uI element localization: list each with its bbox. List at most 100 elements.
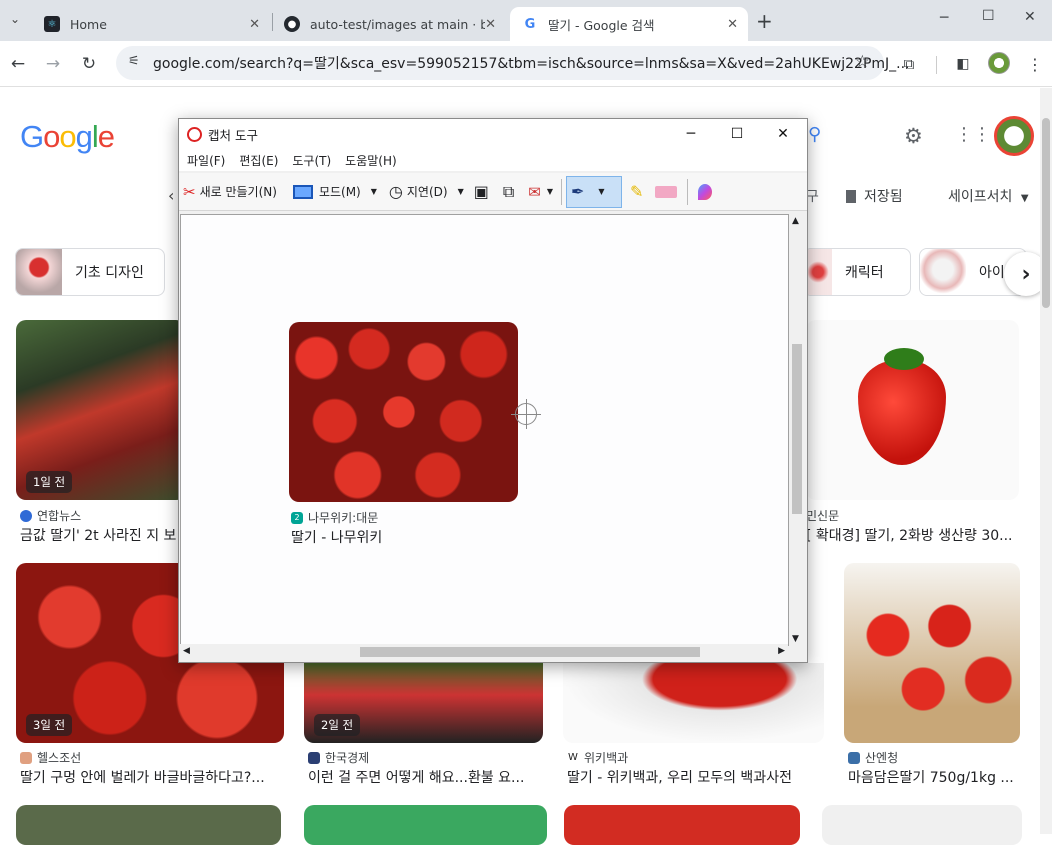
site-settings-icon[interactable]: ⚟	[128, 54, 140, 69]
result-image-11[interactable]	[822, 805, 1022, 845]
captured-source: 2 나무위키:대문	[291, 509, 378, 526]
minimize-window-button[interactable]: ─	[940, 10, 948, 26]
extensions-icon[interactable]: ⧉	[894, 49, 924, 79]
snip-close-button[interactable]: ✕	[761, 119, 805, 149]
dropdown-arrow-icon: ▼	[1020, 193, 1029, 204]
result-title-7[interactable]: 마음담은딸기 750g/1kg ...	[848, 767, 1020, 787]
new-snip-button[interactable]: ✂ 새로 만들기(N)	[179, 176, 281, 208]
address-bar[interactable]: ⚟ google.com/search?q=딸기&sca_esv=5990521…	[116, 46, 910, 80]
mode-button[interactable]: 모드(M) ▼	[289, 176, 381, 208]
delay-button[interactable]: ◷ 지연(D) ▼	[385, 176, 468, 208]
dropdown-arrow-icon: ▼	[457, 187, 464, 196]
scroll-left-icon[interactable]: ‹	[168, 186, 174, 205]
page-scrollbar[interactable]	[1040, 88, 1052, 834]
eraser-icon[interactable]	[651, 176, 681, 208]
saved-link[interactable]: 저장됨	[846, 186, 903, 206]
crosshair-line	[511, 414, 541, 415]
new-tab-button[interactable]: +	[756, 9, 773, 33]
side-panel-icon[interactable]: ◧	[948, 49, 978, 79]
close-tab-icon[interactable]: ✕	[485, 17, 496, 32]
source-favicon-icon	[308, 751, 320, 764]
result-title-1[interactable]: 금값 딸기' 2t 사라진 지 보	[20, 525, 180, 545]
result-source-1[interactable]: 연합뉴스	[20, 507, 81, 524]
paint3d-icon[interactable]	[694, 176, 716, 208]
dropdown-arrow-icon[interactable]: ▼	[547, 187, 553, 196]
profile-avatar[interactable]	[988, 52, 1010, 74]
snip-minimize-button[interactable]: ─	[669, 119, 713, 149]
tab-github[interactable]: ● auto-test/images at main · blo ✕	[272, 7, 506, 41]
result-title-6[interactable]: 딸기 - 위키백과, 우리 모두의 백과사전	[567, 767, 825, 787]
search-icon[interactable]: ⚲	[808, 124, 821, 145]
result-title-5[interactable]: 이런 걸 주면 어떻게 해요...환불 요...	[308, 767, 544, 787]
menu-help[interactable]: 도움말(H)	[345, 152, 397, 169]
github-icon: ●	[284, 16, 300, 32]
result-title-3[interactable]: [ 확대경] 딸기, 2화방 생산량 30...	[806, 525, 1020, 545]
tab-google-search[interactable]: G 딸기 - Google 검색 ✕	[510, 7, 748, 41]
google-icon: G	[522, 16, 538, 32]
result-image-1[interactable]: 1일 전	[16, 320, 186, 500]
maximize-window-button[interactable]: ☐	[982, 8, 995, 24]
tab-bar: ⌄ ⚛ Home ✕ ● auto-test/images at main · …	[0, 0, 1052, 41]
result-source-6[interactable]: W 위키백과	[567, 749, 628, 766]
dropdown-arrow-icon: ▼	[598, 187, 605, 196]
tab-home[interactable]: ⚛ Home ✕	[32, 7, 270, 41]
send-snip-icon[interactable]: ✉	[524, 176, 545, 208]
chip-basic-design[interactable]: 기초 디자인	[15, 248, 165, 296]
chrome-menu-icon[interactable]: ⋮	[1020, 49, 1050, 79]
result-image-10[interactable]	[564, 805, 800, 845]
result-source-3[interactable]: 민신문	[806, 507, 839, 524]
snip-canvas[interactable]: 2 나무위키:대문 딸기 - 나무위키	[180, 214, 789, 646]
snipping-tool-window[interactable]: 캡처 도구 ─ ☐ ✕ 파일(F) 편집(E) 도구(T) 도움말(H) ✂ 새…	[178, 118, 808, 663]
close-window-button[interactable]: ✕	[1024, 9, 1036, 25]
result-image-6[interactable]	[563, 663, 824, 743]
reload-button[interactable]: ↻	[74, 49, 104, 79]
chip-thumbnail	[16, 249, 62, 295]
result-image-5[interactable]: 2일 전	[304, 663, 543, 743]
chip-character[interactable]: 캐릭터	[803, 248, 911, 296]
result-image-8[interactable]	[16, 805, 281, 845]
snip-horizontal-scrollbar[interactable]: ◀ ▶	[180, 644, 788, 660]
snip-title-bar[interactable]: 캡처 도구 ─ ☐ ✕	[179, 119, 807, 149]
save-icon[interactable]: ▣	[470, 176, 493, 208]
forward-button[interactable]: →	[38, 49, 68, 79]
toolbar-divider	[561, 178, 563, 205]
dropdown-arrow-icon: ▼	[370, 187, 377, 196]
strawberry-leaves	[884, 348, 924, 370]
scissors-icon: ✂	[183, 182, 196, 201]
scroll-left-icon[interactable]: ◀	[183, 646, 190, 656]
result-title-4[interactable]: 딸기 구멍 안에 벌레가 바글바글하다고?...	[20, 767, 282, 787]
page-scrollbar-thumb[interactable]	[1042, 118, 1050, 308]
bookmark-star-icon[interactable]: ☆	[855, 52, 870, 72]
pen-tool-button[interactable]: ✒ ▼	[566, 175, 623, 208]
snip-vertical-scrollbar[interactable]: ▲ ▼	[789, 214, 805, 646]
menu-tools[interactable]: 도구(T)	[292, 152, 331, 169]
close-tab-icon[interactable]: ✕	[727, 17, 738, 32]
safesearch-dropdown[interactable]: 세이프서치 ▼	[948, 186, 1029, 206]
snip-maximize-button[interactable]: ☐	[715, 119, 759, 149]
result-source-5[interactable]: 한국경제	[308, 749, 369, 766]
source-favicon-icon	[20, 509, 32, 522]
scroll-down-icon[interactable]: ▼	[792, 634, 799, 644]
highlighter-icon[interactable]: ✎	[626, 176, 647, 208]
result-image-3[interactable]	[806, 320, 1019, 500]
result-image-7[interactable]	[844, 563, 1020, 743]
scroll-up-icon[interactable]: ▲	[792, 216, 799, 226]
result-image-9[interactable]	[304, 805, 547, 845]
result-source-4[interactable]: 헬스조선	[20, 749, 81, 766]
google-apps-icon[interactable]: ⋮⋮	[955, 124, 991, 145]
back-button[interactable]: ←	[3, 49, 33, 79]
scroll-right-icon[interactable]: ▶	[778, 646, 785, 656]
copy-icon[interactable]: ⧉	[499, 176, 518, 208]
close-tab-icon[interactable]: ✕	[249, 17, 260, 32]
snip-vscroll-thumb[interactable]	[792, 344, 802, 514]
google-logo[interactable]: Google	[20, 119, 115, 155]
source-favicon-icon	[20, 751, 32, 764]
menu-file[interactable]: 파일(F)	[187, 152, 225, 169]
snip-hscroll-thumb[interactable]	[360, 647, 700, 657]
settings-gear-icon[interactable]: ⚙	[904, 124, 923, 148]
clock-icon: ◷	[388, 182, 403, 201]
menu-edit[interactable]: 편집(E)	[239, 152, 278, 169]
result-source-7[interactable]: 산엔청	[848, 749, 898, 766]
tab-search-dropdown[interactable]: ⌄	[10, 12, 20, 26]
account-avatar[interactable]	[994, 116, 1034, 156]
